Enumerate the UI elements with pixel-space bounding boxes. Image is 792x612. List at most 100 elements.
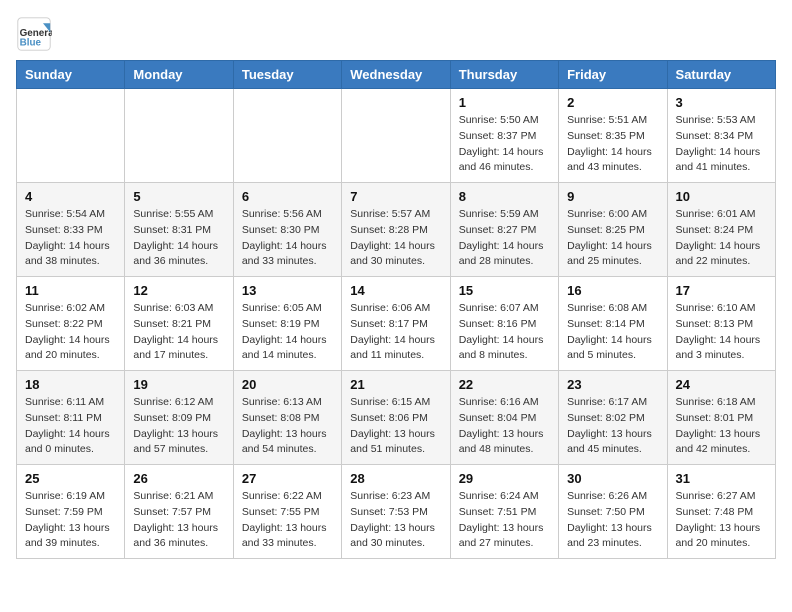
calendar-cell: 19 Sunrise: 6:12 AMSunset: 8:09 PMDayligh… xyxy=(125,371,233,465)
day-info: Sunrise: 6:16 AMSunset: 8:04 PMDaylight:… xyxy=(459,395,550,458)
day-header-wednesday: Wednesday xyxy=(342,61,450,89)
day-info: Sunrise: 6:23 AMSunset: 7:53 PMDaylight:… xyxy=(350,489,441,552)
day-header-saturday: Saturday xyxy=(667,61,775,89)
day-info: Sunrise: 6:17 AMSunset: 8:02 PMDaylight:… xyxy=(567,395,658,458)
calendar-cell xyxy=(125,89,233,183)
calendar-cell: 16 Sunrise: 6:08 AMSunset: 8:14 PMDayligh… xyxy=(559,277,667,371)
day-info: Sunrise: 6:19 AMSunset: 7:59 PMDaylight:… xyxy=(25,489,116,552)
day-number: 6 xyxy=(242,189,333,204)
day-header-monday: Monday xyxy=(125,61,233,89)
logo: General Blue xyxy=(16,16,52,52)
day-number: 21 xyxy=(350,377,441,392)
day-info: Sunrise: 6:22 AMSunset: 7:55 PMDaylight:… xyxy=(242,489,333,552)
day-number: 11 xyxy=(25,283,116,298)
calendar-cell xyxy=(17,89,125,183)
day-info: Sunrise: 5:59 AMSunset: 8:27 PMDaylight:… xyxy=(459,207,550,270)
calendar-week-3: 11 Sunrise: 6:02 AMSunset: 8:22 PMDayligh… xyxy=(17,277,776,371)
calendar-cell: 6 Sunrise: 5:56 AMSunset: 8:30 PMDaylight… xyxy=(233,183,341,277)
calendar-cell: 27Sunrise: 6:22 AMSunset: 7:55 PMDayligh… xyxy=(233,465,341,559)
day-number: 31 xyxy=(676,471,767,486)
calendar-cell: 21 Sunrise: 6:15 AMSunset: 8:06 PMDayligh… xyxy=(342,371,450,465)
day-header-friday: Friday xyxy=(559,61,667,89)
day-info: Sunrise: 6:12 AMSunset: 8:09 PMDaylight:… xyxy=(133,395,224,458)
calendar-cell xyxy=(233,89,341,183)
day-info: Sunrise: 6:18 AMSunset: 8:01 PMDaylight:… xyxy=(676,395,767,458)
day-number: 25 xyxy=(25,471,116,486)
day-number: 3 xyxy=(676,95,767,110)
calendar-cell: 1Sunrise: 5:50 AMSunset: 8:37 PMDaylight… xyxy=(450,89,558,183)
day-number: 26 xyxy=(133,471,224,486)
day-info: Sunrise: 6:00 AMSunset: 8:25 PMDaylight:… xyxy=(567,207,658,270)
day-info: Sunrise: 6:06 AMSunset: 8:17 PMDaylight:… xyxy=(350,301,441,364)
day-info: Sunrise: 6:01 AMSunset: 8:24 PMDaylight:… xyxy=(676,207,767,270)
calendar-cell: 13 Sunrise: 6:05 AMSunset: 8:19 PMDayligh… xyxy=(233,277,341,371)
day-info: Sunrise: 6:02 AMSunset: 8:22 PMDaylight:… xyxy=(25,301,116,364)
day-info: Sunrise: 6:08 AMSunset: 8:14 PMDaylight:… xyxy=(567,301,658,364)
calendar-header-row: SundayMondayTuesdayWednesdayThursdayFrid… xyxy=(17,61,776,89)
day-info: Sunrise: 6:24 AMSunset: 7:51 PMDaylight:… xyxy=(459,489,550,552)
day-number: 29 xyxy=(459,471,550,486)
calendar-cell: 24 Sunrise: 6:18 AMSunset: 8:01 PMDayligh… xyxy=(667,371,775,465)
day-info: Sunrise: 5:57 AMSunset: 8:28 PMDaylight:… xyxy=(350,207,441,270)
calendar-cell: 26 Sunrise: 6:21 AMSunset: 7:57 PMDayligh… xyxy=(125,465,233,559)
day-number: 2 xyxy=(567,95,658,110)
calendar-cell: 2Sunrise: 5:51 AMSunset: 8:35 PMDaylight… xyxy=(559,89,667,183)
calendar-week-2: 4Sunrise: 5:54 AMSunset: 8:33 PMDaylight… xyxy=(17,183,776,277)
day-number: 28 xyxy=(350,471,441,486)
day-info: Sunrise: 6:15 AMSunset: 8:06 PMDaylight:… xyxy=(350,395,441,458)
day-info: Sunrise: 5:50 AMSunset: 8:37 PMDaylight:… xyxy=(459,113,550,176)
day-number: 15 xyxy=(459,283,550,298)
calendar-week-1: 1Sunrise: 5:50 AMSunset: 8:37 PMDaylight… xyxy=(17,89,776,183)
calendar-cell: 22 Sunrise: 6:16 AMSunset: 8:04 PMDayligh… xyxy=(450,371,558,465)
calendar-cell: 4Sunrise: 5:54 AMSunset: 8:33 PMDaylight… xyxy=(17,183,125,277)
day-number: 10 xyxy=(676,189,767,204)
day-number: 7 xyxy=(350,189,441,204)
calendar-cell: 11 Sunrise: 6:02 AMSunset: 8:22 PMDayligh… xyxy=(17,277,125,371)
day-number: 17 xyxy=(676,283,767,298)
header: General Blue xyxy=(16,16,776,52)
day-header-tuesday: Tuesday xyxy=(233,61,341,89)
day-number: 12 xyxy=(133,283,224,298)
day-number: 16 xyxy=(567,283,658,298)
day-number: 24 xyxy=(676,377,767,392)
calendar-cell: 31 Sunrise: 6:27 AMSunset: 7:48 PMDayligh… xyxy=(667,465,775,559)
day-header-sunday: Sunday xyxy=(17,61,125,89)
calendar-cell: 14 Sunrise: 6:06 AMSunset: 8:17 PMDayligh… xyxy=(342,277,450,371)
day-number: 13 xyxy=(242,283,333,298)
day-info: Sunrise: 6:07 AMSunset: 8:16 PMDaylight:… xyxy=(459,301,550,364)
day-number: 4 xyxy=(25,189,116,204)
calendar-cell: 28 Sunrise: 6:23 AMSunset: 7:53 PMDayligh… xyxy=(342,465,450,559)
calendar-cell: 23Sunrise: 6:17 AMSunset: 8:02 PMDayligh… xyxy=(559,371,667,465)
logo-icon: General Blue xyxy=(16,16,52,52)
calendar: SundayMondayTuesdayWednesdayThursdayFrid… xyxy=(16,60,776,559)
calendar-cell: 12 Sunrise: 6:03 AMSunset: 8:21 PMDayligh… xyxy=(125,277,233,371)
calendar-week-4: 18Sunrise: 6:11 AMSunset: 8:11 PMDayligh… xyxy=(17,371,776,465)
calendar-cell: 9Sunrise: 6:00 AMSunset: 8:25 PMDaylight… xyxy=(559,183,667,277)
calendar-cell: 3 Sunrise: 5:53 AMSunset: 8:34 PMDaylight… xyxy=(667,89,775,183)
day-info: Sunrise: 6:21 AMSunset: 7:57 PMDaylight:… xyxy=(133,489,224,552)
calendar-cell: 5Sunrise: 5:55 AMSunset: 8:31 PMDaylight… xyxy=(125,183,233,277)
day-number: 30 xyxy=(567,471,658,486)
day-info: Sunrise: 6:11 AMSunset: 8:11 PMDaylight:… xyxy=(25,395,116,458)
day-header-thursday: Thursday xyxy=(450,61,558,89)
day-info: Sunrise: 6:26 AMSunset: 7:50 PMDaylight:… xyxy=(567,489,658,552)
calendar-cell: 17 Sunrise: 6:10 AMSunset: 8:13 PMDayligh… xyxy=(667,277,775,371)
calendar-cell: 25 Sunrise: 6:19 AMSunset: 7:59 PMDayligh… xyxy=(17,465,125,559)
calendar-cell: 7 Sunrise: 5:57 AMSunset: 8:28 PMDaylight… xyxy=(342,183,450,277)
day-number: 14 xyxy=(350,283,441,298)
day-info: Sunrise: 5:56 AMSunset: 8:30 PMDaylight:… xyxy=(242,207,333,270)
day-number: 5 xyxy=(133,189,224,204)
day-info: Sunrise: 6:03 AMSunset: 8:21 PMDaylight:… xyxy=(133,301,224,364)
day-info: Sunrise: 5:53 AMSunset: 8:34 PMDaylight:… xyxy=(676,113,767,176)
day-number: 8 xyxy=(459,189,550,204)
calendar-cell: 18Sunrise: 6:11 AMSunset: 8:11 PMDayligh… xyxy=(17,371,125,465)
calendar-cell xyxy=(342,89,450,183)
day-info: Sunrise: 6:05 AMSunset: 8:19 PMDaylight:… xyxy=(242,301,333,364)
calendar-cell: 8 Sunrise: 5:59 AMSunset: 8:27 PMDaylight… xyxy=(450,183,558,277)
calendar-cell: 15 Sunrise: 6:07 AMSunset: 8:16 PMDayligh… xyxy=(450,277,558,371)
day-info: Sunrise: 6:10 AMSunset: 8:13 PMDaylight:… xyxy=(676,301,767,364)
day-number: 19 xyxy=(133,377,224,392)
svg-text:Blue: Blue xyxy=(20,38,42,49)
day-info: Sunrise: 6:27 AMSunset: 7:48 PMDaylight:… xyxy=(676,489,767,552)
day-number: 22 xyxy=(459,377,550,392)
